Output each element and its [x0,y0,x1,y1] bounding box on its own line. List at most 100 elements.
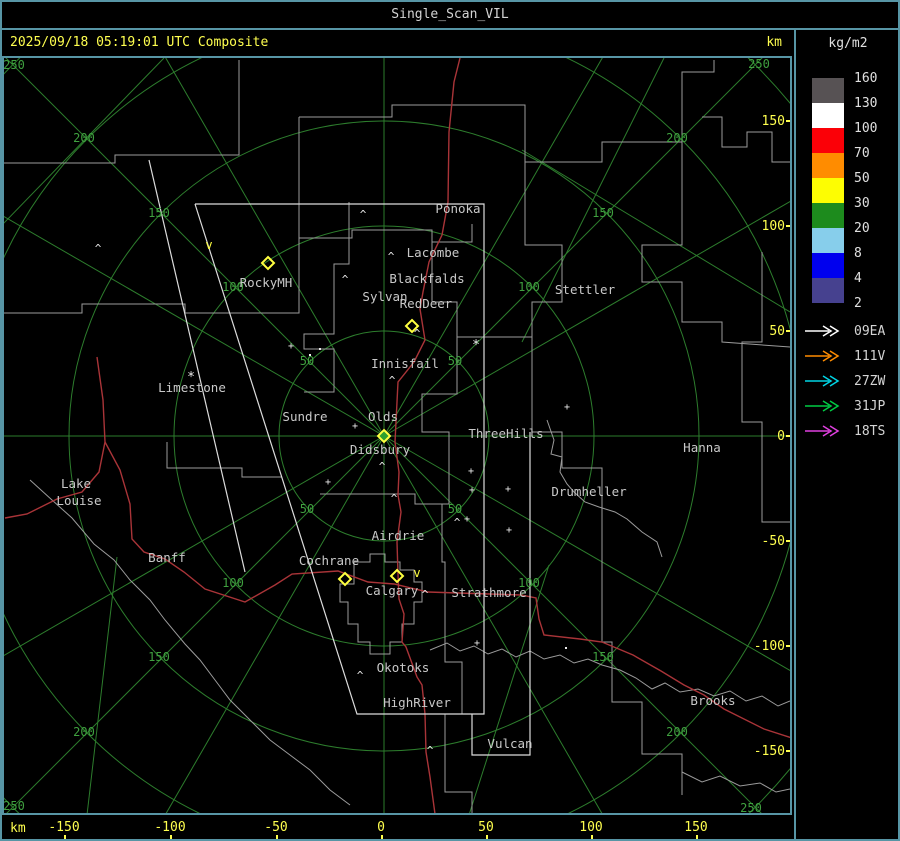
scan-timestamp: 2025/09/18 05:19:01 UTC Composite [10,35,269,50]
radar-arrow-icon [805,325,840,337]
window-title: Single_Scan_VIL [391,7,509,22]
highway-line [104,441,790,739]
range-ring-label: 250 [740,801,762,813]
bottom-axis-tick-mark [696,835,698,839]
poi-plus-marker: + [464,514,470,525]
bottom-axis-tick-label: -50 [264,820,288,835]
city-label: Ponoka [435,201,480,216]
poi-caret-marker: ^ [379,460,386,473]
radial-line [165,435,385,813]
poi-caret-marker: ^ [389,374,396,387]
legend-swatch [812,78,844,103]
range-ring-label: 200 [666,725,688,739]
radar-arrow-icon [805,425,840,437]
city-label: Sundre [282,409,327,424]
right-axis-tick-label: 50 [769,324,785,339]
city-label: ThreeHills [468,426,543,441]
boundary-line [681,771,790,793]
poi-caret-marker: ^ [427,744,434,757]
city-label: Louise [56,493,101,508]
city-label: Lake [61,476,91,491]
radar-id-label: 111V [854,349,886,364]
storm-vector-icon: v [205,238,212,252]
legend-radar-row: 31JP [796,397,898,417]
boundary-line [299,60,715,163]
legend-radar-row: 18TS [796,422,898,442]
radar-map: 50 100 150 200 250 50 100 150 200 250 50 100 150 200 2… [4,58,790,813]
legend-swatch [812,103,844,128]
poi-caret-marker: ^ [360,208,367,221]
poi-dot-marker [309,354,311,356]
range-ring-label: 50 [300,354,314,368]
legend-swatch [812,278,844,303]
radar-arrow-icon [805,350,840,362]
city-label: Banff [148,550,186,565]
right-axis-unit-label: km [766,35,782,50]
bottom-axis-tick-label: 150 [684,820,708,835]
range-ring-label: 200 [73,131,95,145]
right-axis-tick-label: 100 [762,219,785,234]
storm-vector-icon: v [413,566,420,580]
radar-id-label: 09EA [854,324,886,339]
range-ring-label: 200 [73,725,95,739]
city-label: Airdrie [372,528,425,543]
legend-swatch [812,203,844,228]
city-label: RockyMH [240,275,293,290]
poi-caret-marker: ^ [422,588,429,601]
right-axis-tick-label: -50 [762,534,785,549]
city-label: Innisfail [371,356,439,371]
poi-caret-marker: ^ [95,242,102,255]
legend-radar-row: 111V [796,347,898,367]
boundary-line [444,714,473,813]
city-label: Drumheller [551,484,627,499]
legend-scale-value: 30 [854,196,870,211]
legend-scale-value: 130 [854,96,878,111]
legend-scale-value: 20 [854,221,870,236]
bottom-axis-tick-mark [170,835,172,839]
legend-scale-value: 160 [854,71,878,86]
range-ring-label: 150 [148,206,170,220]
radar-id-label: 18TS [854,424,886,439]
radar-app-window: Single_Scan_VIL 2025/09/18 05:19:01 UTC … [0,0,900,841]
legend-radar-row: 09EA [796,322,898,342]
radar-id-label: 31JP [854,399,886,414]
poi-caret-marker: ^ [357,669,364,682]
poi-plus-marker: + [564,402,570,413]
city-label: Stettler [555,282,616,297]
right-axis-tick-label: -150 [754,744,785,759]
radar-coverage-outline [148,159,246,573]
poi-plus-marker: + [474,638,480,649]
legend-scale-value: 50 [854,171,870,186]
range-ring-label: 250 [4,58,25,72]
legend-unit-label: kg/m2 [828,36,868,51]
range-ring-label: 250 [4,799,25,813]
radar-id-label: 27ZW [854,374,886,389]
range-ring-label: 150 [148,650,170,664]
legend-scale-value: 70 [854,146,870,161]
legend-scale-value: 8 [854,246,862,261]
bottom-axis-tick-mark [276,835,278,839]
boundary-line [339,553,423,655]
poi-caret-marker: ^ [388,250,395,263]
city-label: Brooks [690,693,735,708]
bottom-axis-tick-label: -100 [154,820,186,835]
legend-swatch [812,128,844,153]
city-label: Lacombe [407,245,460,260]
legend-scale-value: 4 [854,271,862,286]
boundary-line [166,442,282,478]
range-ring-label: 200 [666,131,688,145]
bottom-axis-unit-label: km [10,821,26,836]
city-label: Strathmore [451,585,526,600]
poi-dot-marker [319,348,321,350]
bottom-axis-tick-mark [591,835,593,839]
poi-plus-marker: + [352,421,358,432]
city-label: HighRiver [383,695,451,710]
bottom-axis-tick-label: -150 [48,820,80,835]
poi-star-marker: * [187,370,195,385]
right-axis-tick-label: 0 [777,429,785,444]
poi-plus-marker: + [505,484,511,495]
window-title-bar[interactable]: Single_Scan_VIL [2,2,898,30]
poi-plus-marker: + [325,477,331,488]
boundary-line [4,60,240,164]
city-label: Calgary [366,583,419,598]
